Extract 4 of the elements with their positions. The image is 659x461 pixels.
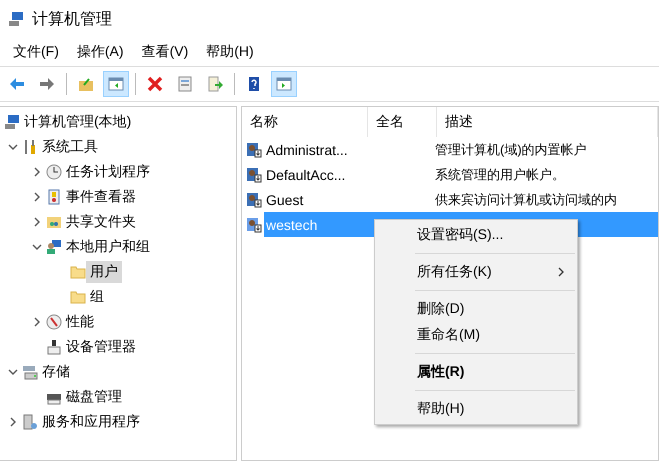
table-cell: 管理计算机(域)的内置帐户	[435, 140, 587, 158]
table-cell: 系统管理的用户帐户。	[435, 166, 565, 184]
table-cell: 供来宾访问计算机或访问域的内	[435, 190, 617, 208]
window-title: 计算机管理	[32, 10, 112, 30]
